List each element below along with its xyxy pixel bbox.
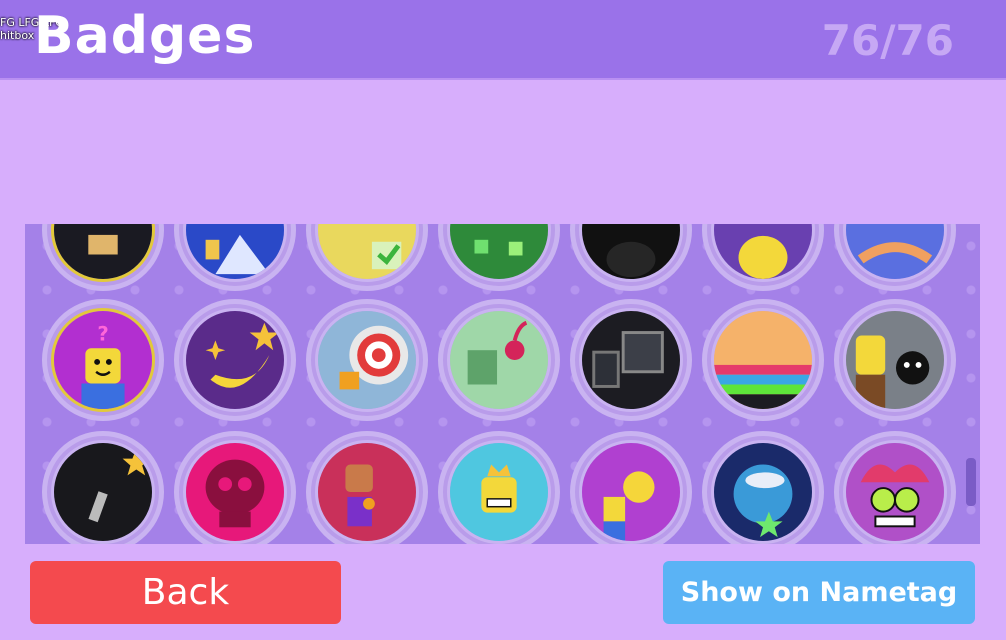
noob-tumble-badge-icon[interactable] xyxy=(47,224,159,286)
paper-check-badge-icon[interactable] xyxy=(311,224,423,286)
badge-grid[interactable]: ? xyxy=(25,224,980,544)
yellow-noob-badge-icon[interactable] xyxy=(707,224,819,286)
banana-star-badge-icon[interactable] xyxy=(179,304,291,416)
header-bar: FG LFG LFG hitbox Badges 76/76 xyxy=(0,0,1006,80)
noob-bomb-badge-icon[interactable] xyxy=(839,304,951,416)
show-on-nametag-button[interactable]: Show on Nametag xyxy=(663,561,975,624)
badge-count: 76/76 xyxy=(821,16,954,65)
svg-text:?: ? xyxy=(97,322,108,345)
rainbow-piano-badge-icon[interactable] xyxy=(707,304,819,416)
blue-wave-badge-icon[interactable] xyxy=(839,224,951,286)
mountain-climber-badge-icon[interactable] xyxy=(179,224,291,286)
target-hit-badge-icon[interactable] xyxy=(311,304,423,416)
jester-hypno-badge-icon[interactable] xyxy=(839,436,951,544)
broken-window-badge-icon[interactable] xyxy=(575,304,687,416)
grinning-king-badge-icon[interactable] xyxy=(443,436,555,544)
green-cubes-badge-icon[interactable] xyxy=(443,224,555,286)
pink-skull-badge-icon[interactable] xyxy=(179,436,291,544)
earth-cloud-badge-icon[interactable] xyxy=(707,436,819,544)
cherry-block-badge-icon[interactable] xyxy=(443,304,555,416)
back-button[interactable]: Back xyxy=(30,561,341,624)
dark-star-badge-icon[interactable] xyxy=(47,436,159,544)
shadow-figure-badge-icon[interactable] xyxy=(575,224,687,286)
rainbow-bomb-badge-icon[interactable] xyxy=(575,436,687,544)
scrollbar-thumb[interactable] xyxy=(966,458,976,506)
page-title: Badges xyxy=(34,6,256,66)
question-noob-badge-icon[interactable]: ? xyxy=(47,304,159,416)
red-noob-badge-icon[interactable] xyxy=(311,436,423,544)
